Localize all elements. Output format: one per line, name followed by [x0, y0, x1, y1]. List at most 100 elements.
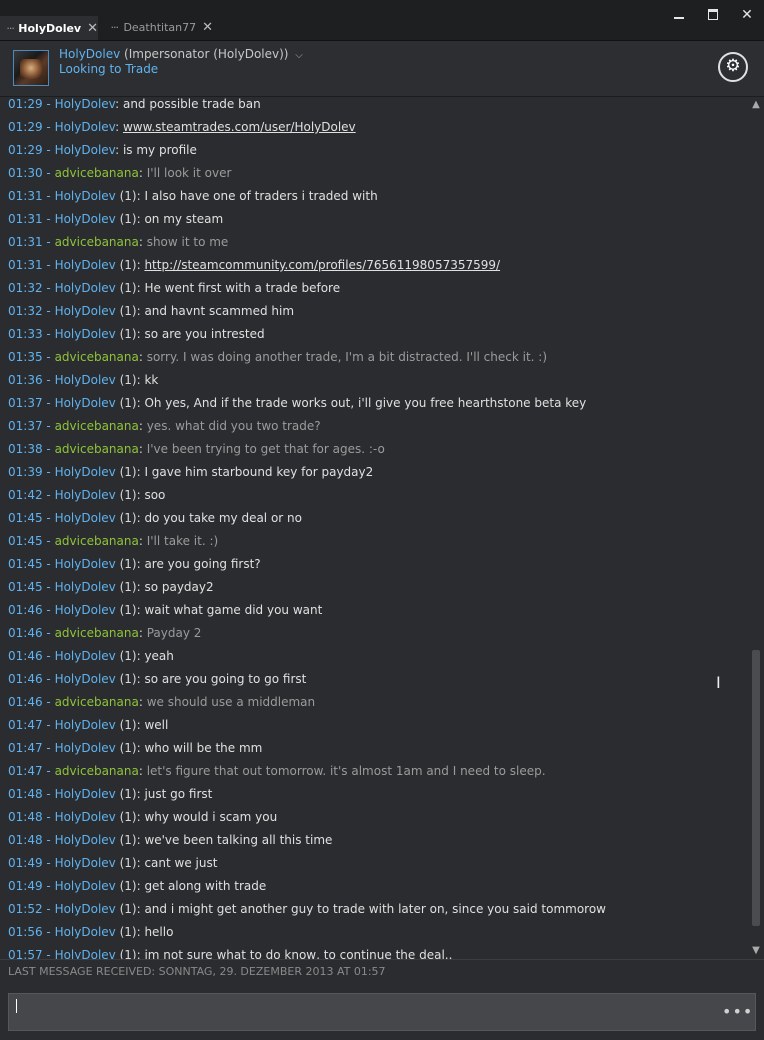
message-sender-tag: (1): [115, 649, 137, 663]
separator: -: [42, 603, 55, 617]
message-sender[interactable]: HolyDolev: [55, 488, 116, 502]
chat-message: 01:46 - advicebanana: we should use a mi…: [8, 695, 315, 718]
message-sender[interactable]: advicebanana: [55, 442, 139, 456]
friend-name-row[interactable]: HolyDolev (Impersonator (HolyDolev)) ⌵: [59, 47, 303, 61]
message-sender[interactable]: HolyDolev: [55, 189, 116, 203]
chat-message: 01:36 - HolyDolev (1): kk: [8, 373, 158, 396]
message-link[interactable]: http://steamcommunity.com/profiles/76561…: [144, 258, 500, 272]
title-bar: ··· HolyDolev ✕ ··· Deathtitan77 ✕ ✕: [0, 0, 764, 41]
message-sender[interactable]: HolyDolev: [55, 304, 116, 318]
message-sender[interactable]: HolyDolev: [55, 833, 116, 847]
message-sender[interactable]: HolyDolev: [55, 810, 116, 824]
message-sender[interactable]: HolyDolev: [55, 948, 116, 959]
message-sender[interactable]: HolyDolev: [55, 143, 116, 157]
message-sender[interactable]: HolyDolev: [55, 787, 116, 801]
message-timestamp: 01:37: [8, 419, 43, 433]
message-sender[interactable]: HolyDolev: [55, 465, 116, 479]
message-timestamp: 01:45: [8, 580, 43, 594]
separator: -: [42, 235, 55, 249]
tab-deathtitan77[interactable]: ··· Deathtitan77 ✕: [103, 14, 213, 40]
scroll-down-icon[interactable]: ▼: [751, 946, 761, 956]
chevron-down-icon[interactable]: ⌵: [295, 50, 303, 61]
tab-menu-icon[interactable]: ···: [107, 21, 121, 34]
message-sender[interactable]: HolyDolev: [55, 120, 116, 134]
chat-message: 01:30 - advicebanana: I'll look it over: [8, 166, 231, 189]
chat-message: 01:32 - HolyDolev (1): He went first wit…: [8, 281, 340, 304]
message-sender[interactable]: HolyDolev: [55, 97, 116, 111]
message-text: hello: [144, 925, 174, 939]
scroll-up-icon[interactable]: ▲: [751, 100, 761, 110]
message-sender[interactable]: HolyDolev: [55, 718, 116, 732]
message-text: let's figure that out tomorrow. it's alm…: [146, 764, 546, 778]
message-sender[interactable]: HolyDolev: [55, 925, 116, 939]
message-text: Payday 2: [146, 626, 202, 640]
message-sender[interactable]: HolyDolev: [55, 557, 116, 571]
chat-message: 01:48 - HolyDolev (1): we've been talkin…: [8, 833, 332, 856]
message-sender[interactable]: advicebanana: [55, 626, 139, 640]
separator: -: [42, 97, 55, 111]
message-timestamp: 01:32: [8, 304, 43, 318]
message-timestamp: 01:49: [8, 856, 43, 870]
tab-close-icon[interactable]: ✕: [202, 20, 213, 35]
message-sender[interactable]: advicebanana: [55, 419, 139, 433]
message-sender[interactable]: advicebanana: [55, 350, 139, 364]
chat-message: 01:29 - HolyDolev: and possible trade ba…: [8, 97, 261, 120]
message-timestamp: 01:46: [8, 603, 43, 617]
more-options-button[interactable]: •••: [722, 1003, 752, 1021]
message-sender[interactable]: HolyDolev: [55, 511, 116, 525]
message-link[interactable]: www.steamtrades.com/user/HolyDolev: [123, 120, 356, 134]
message-sender[interactable]: advicebanana: [55, 235, 139, 249]
message-sender-tag: (1): [115, 718, 137, 732]
separator: -: [42, 212, 55, 226]
message-sender[interactable]: HolyDolev: [55, 649, 116, 663]
message-text: why would i scam you: [144, 810, 278, 824]
message-sender[interactable]: HolyDolev: [55, 672, 116, 686]
message-sender[interactable]: HolyDolev: [55, 327, 116, 341]
message-sender[interactable]: HolyDolev: [55, 603, 116, 617]
message-sender[interactable]: advicebanana: [55, 534, 139, 548]
close-window-button[interactable]: ✕: [732, 4, 762, 26]
separator: -: [42, 902, 55, 916]
message-sender[interactable]: HolyDolev: [55, 396, 116, 410]
message-sender[interactable]: advicebanana: [55, 764, 139, 778]
message-sender-tag: (1): [115, 281, 137, 295]
message-input[interactable]: [8, 993, 756, 1031]
message-sender[interactable]: HolyDolev: [55, 373, 116, 387]
message-text: on my steam: [144, 212, 224, 226]
message-sender[interactable]: HolyDolev: [55, 212, 116, 226]
message-text: and i might get another guy to trade wit…: [144, 902, 606, 916]
settings-button[interactable]: ⚙: [718, 52, 748, 82]
message-text: so payday2: [144, 580, 214, 594]
message-text: is my profile: [122, 143, 197, 157]
message-sender[interactable]: advicebanana: [55, 695, 139, 709]
message-text: im not sure what to do know, to continue…: [144, 948, 453, 959]
message-timestamp: 01:47: [8, 741, 43, 755]
message-sender[interactable]: HolyDolev: [55, 741, 116, 755]
message-timestamp: 01:48: [8, 787, 43, 801]
message-sender[interactable]: advicebanana: [55, 166, 139, 180]
scrollbar-thumb[interactable]: [752, 650, 760, 926]
message-timestamp: 01:47: [8, 764, 43, 778]
message-sender[interactable]: HolyDolev: [55, 902, 116, 916]
maximize-button[interactable]: [698, 4, 728, 26]
avatar[interactable]: [13, 50, 49, 86]
tab-menu-icon[interactable]: ···: [4, 22, 16, 35]
message-sender-tag: (1): [115, 879, 137, 893]
colon: :: [138, 442, 147, 456]
tab-close-icon[interactable]: ✕: [87, 21, 98, 36]
message-sender[interactable]: HolyDolev: [55, 580, 116, 594]
message-text: He went first with a trade before: [144, 281, 341, 295]
message-sender[interactable]: HolyDolev: [55, 258, 116, 272]
message-sender-tag: (1): [115, 787, 137, 801]
separator: -: [42, 626, 55, 640]
message-timestamp: 01:31: [8, 212, 43, 226]
message-sender[interactable]: HolyDolev: [55, 281, 116, 295]
chat-message: 01:31 - advicebanana: show it to me: [8, 235, 228, 258]
minimize-button[interactable]: [664, 4, 694, 26]
chat-message: 01:39 - HolyDolev (1): I gave him starbo…: [8, 465, 373, 488]
message-text: wait what game did you want: [144, 603, 323, 617]
tab-holydolev[interactable]: ··· HolyDolev ✕: [0, 16, 98, 40]
chat-log[interactable]: 01:29 - HolyDolev: and possible trade ba…: [0, 97, 748, 959]
message-sender[interactable]: HolyDolev: [55, 879, 116, 893]
message-sender[interactable]: HolyDolev: [55, 856, 116, 870]
